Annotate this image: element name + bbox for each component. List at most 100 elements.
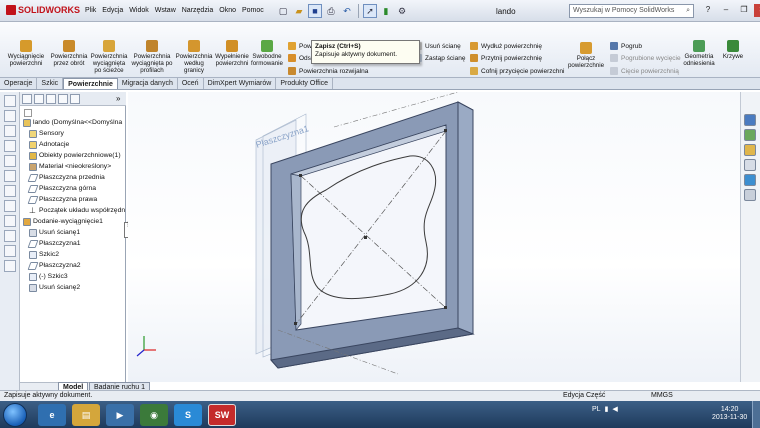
tab-office-products[interactable]: Produkty Office (276, 78, 334, 89)
reference-geometry-button[interactable]: Geometria odniesienia (680, 40, 718, 67)
dimxpert-tab-icon[interactable] (58, 93, 68, 104)
tree-item-sketch2[interactable]: Szkic2 (29, 250, 59, 260)
print-icon[interactable]: ⎙ (324, 4, 338, 18)
chrome-icon[interactable]: ◉ (140, 404, 168, 426)
new-document-icon[interactable]: ▢ (276, 4, 290, 18)
tab-data-migration[interactable]: Migracja danych (118, 78, 178, 89)
menu-window[interactable]: Okno (216, 7, 239, 14)
status-units[interactable]: MMGS (651, 392, 673, 399)
network-icon[interactable]: ▮ (605, 405, 609, 413)
extend-surface-button[interactable]: Wydłuż powierzchnię (470, 41, 542, 51)
tree-root[interactable]: lando (Domyślna<<Domyślna (23, 118, 122, 128)
minimize-button[interactable]: – (718, 4, 734, 17)
tree-item-sketch3[interactable]: (-) Szkic3 (29, 272, 68, 282)
select-arrow-icon[interactable]: ➚ (363, 4, 377, 18)
knit-surface-button[interactable]: Połącz powierzchnie (566, 42, 606, 69)
replace-face-button[interactable]: Zastąp ścianę (414, 53, 465, 63)
undo-icon[interactable]: ↶ (340, 4, 354, 18)
tree-item-delete-face1[interactable]: Usuń ścianę1 (29, 228, 80, 238)
feature-tree-tab-icon[interactable] (22, 93, 32, 104)
menu-view[interactable]: Widok (126, 7, 151, 14)
trim-surface-button[interactable]: Przytnij powierzchnię (470, 53, 542, 63)
volume-icon[interactable]: ◀ (612, 405, 617, 413)
toolstrip-button[interactable] (4, 140, 16, 152)
thickened-cut-button[interactable]: Pogrubione wycięcie (610, 53, 681, 63)
help-icon[interactable]: ? (700, 4, 716, 17)
tree-item-annotations[interactable]: Adnotacje (29, 140, 69, 150)
graphics-area[interactable]: Płaszczyzna1 (128, 91, 740, 382)
tree-item-boss-extrude[interactable]: Dodanie-wyciągnięcie1 (23, 217, 103, 227)
tab-dimxpert[interactable]: DimXpert Wymiarów (204, 78, 277, 89)
extrude-surface-button[interactable]: Wyciągnięcie powierzchni (4, 40, 48, 67)
untrim-surface-button[interactable]: Cofnij przycięcie powierzchni (470, 66, 564, 76)
delete-face-button[interactable]: Usuń ścianę (414, 41, 461, 51)
tree-item-material[interactable]: Materiał <nieokreślony> (29, 162, 111, 172)
internet-explorer-icon[interactable]: e (38, 404, 66, 426)
toolstrip-button[interactable] (4, 215, 16, 227)
toolstrip-button[interactable] (4, 110, 16, 122)
menu-edit[interactable]: Edycja (99, 7, 126, 14)
tree-item-plane2[interactable]: Płaszczyzna2 (27, 261, 81, 271)
rebuild-icon[interactable]: ▮ (379, 4, 393, 18)
save-icon[interactable]: ■ (308, 4, 322, 18)
appearances-icon[interactable] (744, 174, 756, 186)
expand-panel-icon[interactable]: » (116, 94, 126, 104)
toolstrip-button[interactable] (4, 95, 16, 107)
toolstrip-button[interactable] (4, 170, 16, 182)
start-button[interactable] (3, 403, 27, 427)
toolstrip-button[interactable] (4, 260, 16, 272)
tab-evaluate[interactable]: Oceń (178, 78, 204, 89)
file-explorer-icon[interactable] (744, 144, 756, 156)
fill-surface-button[interactable]: Wypełnienie powierzchni (214, 40, 250, 67)
configuration-manager-tab-icon[interactable] (46, 93, 56, 104)
design-library-icon[interactable] (744, 129, 756, 141)
tree-item-sensors[interactable]: Sensory (29, 129, 64, 139)
toolstrip-button[interactable] (4, 155, 16, 167)
solidworks-logo[interactable]: SOLIDWORKS (6, 5, 80, 15)
close-button[interactable]: ✕ (754, 4, 760, 17)
custom-properties-icon[interactable] (744, 189, 756, 201)
toolstrip-button[interactable] (4, 230, 16, 242)
clock[interactable]: 14:20 2013-11-30 (712, 406, 747, 422)
menu-tools[interactable]: Narzędzia (179, 7, 217, 14)
tree-item-delete-face2[interactable]: Usuń ścianę2 (29, 283, 80, 293)
revolve-surface-button[interactable]: Powierzchnia przez obrót (50, 40, 88, 67)
tab-features[interactable]: Operacje (0, 78, 38, 89)
help-search-input[interactable]: Wyszukaj w Pomocy SolidWorks ⌕ (569, 4, 694, 18)
property-manager-tab-icon[interactable] (34, 93, 44, 104)
tree-item-origin[interactable]: ⊥ Początek układu współrzędn (29, 206, 125, 216)
boundary-surface-button[interactable]: Powierzchnia według granicy (175, 40, 213, 74)
language-indicator[interactable]: PL (592, 406, 601, 413)
toolstrip-button[interactable] (4, 200, 16, 212)
thicken-button[interactable]: Pogrub (610, 41, 642, 51)
open-folder-icon[interactable]: ▰ (292, 4, 306, 18)
toolstrip-button[interactable] (4, 125, 16, 137)
menu-help[interactable]: Pomoc (239, 7, 267, 14)
media-player-icon[interactable]: ▶ (106, 404, 134, 426)
restore-button[interactable]: ❐ (736, 4, 752, 17)
skype-icon[interactable]: S (174, 404, 202, 426)
ruled-surface-button[interactable]: Powierzchnia rozwijalna (288, 66, 368, 76)
swept-surface-button[interactable]: Powierzchnia wyciągnięta po ścieżce (89, 40, 129, 74)
tab-surfaces[interactable]: Powierzchnie (63, 78, 118, 89)
filter-icon[interactable] (24, 109, 32, 117)
search-icon[interactable]: ⌕ (686, 5, 693, 17)
menu-insert[interactable]: Wstaw (152, 7, 179, 14)
options-gear-icon[interactable]: ⚙ (395, 4, 409, 18)
display-manager-tab-icon[interactable] (70, 93, 80, 104)
toolstrip-button[interactable] (4, 245, 16, 257)
file-explorer-icon[interactable]: ▤ (72, 404, 100, 426)
tree-item-right-plane[interactable]: Płaszczyzna prawa (27, 195, 97, 205)
tree-item-front-plane[interactable]: Płaszczyzna przednia (27, 173, 105, 183)
tree-item-surface-bodies[interactable]: Obiekty powierzchniowe(1) (29, 151, 121, 161)
freeform-button[interactable]: Swobodne formowanie (250, 40, 284, 67)
loft-surface-button[interactable]: Powierzchnia wyciągnięta po profilach (130, 40, 174, 74)
resources-icon[interactable] (744, 114, 756, 126)
tree-item-top-plane[interactable]: Płaszczyzna górna (27, 184, 96, 194)
tab-sketch[interactable]: Szkic (37, 78, 64, 89)
view-palette-icon[interactable] (744, 159, 756, 171)
solidworks-taskbar-icon[interactable]: SW (208, 404, 236, 426)
toolstrip-button[interactable] (4, 185, 16, 197)
tree-item-plane1[interactable]: Płaszczyzna1 (27, 239, 81, 249)
show-desktop-button[interactable] (752, 401, 760, 428)
